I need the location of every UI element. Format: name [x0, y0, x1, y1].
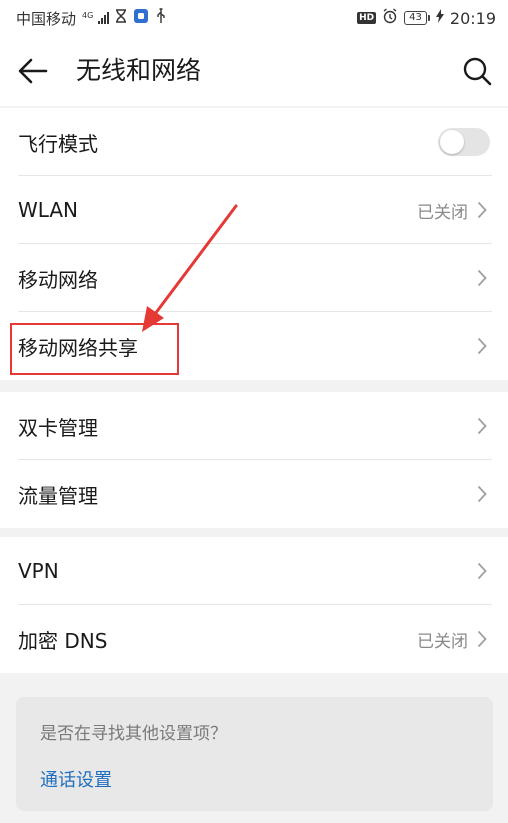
row-value: 已关闭 — [417, 202, 468, 223]
row-label: WLAN — [18, 198, 79, 222]
back-arrow-icon — [18, 58, 48, 84]
hd-badge: HD — [357, 12, 377, 24]
search-button[interactable] — [460, 54, 494, 88]
back-button[interactable] — [16, 56, 50, 86]
row-airplane-mode[interactable]: 飞行模式 — [0, 108, 508, 176]
row-label: 双卡管理 — [18, 415, 98, 440]
charging-icon — [435, 9, 444, 27]
row-mobile-network-sharing[interactable]: 移动网络共享 — [0, 312, 508, 380]
suggestion-question: 是否在寻找其他设置项？ — [40, 724, 227, 744]
settings-group-3: VPN 加密 DNS 已关闭 — [0, 537, 508, 673]
row-value: 已关闭 — [417, 631, 468, 652]
row-label: 移动网络共享 — [18, 335, 138, 360]
row-label: 移动网络 — [18, 267, 98, 292]
status-bar: 中国移动 4G HD 43 20:19 — [0, 0, 508, 36]
airplane-mode-toggle[interactable] — [438, 128, 490, 156]
search-icon — [463, 57, 492, 86]
status-bar-right: HD 43 20:19 — [357, 8, 496, 28]
row-data-usage[interactable]: 流量管理 — [0, 460, 508, 528]
suggestion-card: 是否在寻找其他设置项？ 通话设置 — [16, 697, 493, 811]
battery-icon: 43 — [404, 11, 430, 25]
chevron-right-icon — [476, 268, 488, 288]
network-type-indicator: 4G — [82, 11, 94, 20]
carrier-name: 中国移动 — [16, 9, 77, 28]
hourglass-icon — [115, 9, 127, 27]
chevron-right-icon — [476, 629, 488, 649]
page-title: 无线和网络 — [76, 56, 202, 85]
row-label: 流量管理 — [18, 483, 98, 508]
settings-group-2: 双卡管理 流量管理 — [0, 392, 508, 528]
chevron-right-icon — [476, 336, 488, 356]
settings-group-1: 飞行模式 WLAN 已关闭 移动网络 移动网络共享 — [0, 108, 508, 380]
row-label: 飞行模式 — [18, 131, 98, 156]
row-label: VPN — [18, 559, 59, 583]
row-dual-sim[interactable]: 双卡管理 — [0, 392, 508, 460]
row-encrypted-dns[interactable]: 加密 DNS 已关闭 — [0, 605, 508, 673]
battery-level: 43 — [404, 11, 427, 25]
status-bar-left: 中国移动 4G — [16, 8, 167, 29]
usb-icon — [155, 8, 167, 28]
chevron-right-icon — [476, 200, 488, 220]
signal-icon — [98, 12, 110, 24]
chevron-right-icon — [476, 484, 488, 504]
chevron-right-icon — [476, 561, 488, 581]
row-label: 加密 DNS — [18, 628, 108, 653]
row-vpn[interactable]: VPN — [0, 537, 508, 605]
app-notification-icon — [133, 8, 149, 28]
clock: 20:19 — [449, 8, 496, 28]
call-settings-link[interactable]: 通话设置 — [40, 766, 469, 792]
row-wlan[interactable]: WLAN 已关闭 — [0, 176, 508, 244]
row-mobile-network[interactable]: 移动网络 — [0, 244, 508, 312]
app-bar: 无线和网络 — [0, 36, 508, 106]
alarm-icon — [382, 8, 398, 28]
chevron-right-icon — [476, 416, 488, 436]
